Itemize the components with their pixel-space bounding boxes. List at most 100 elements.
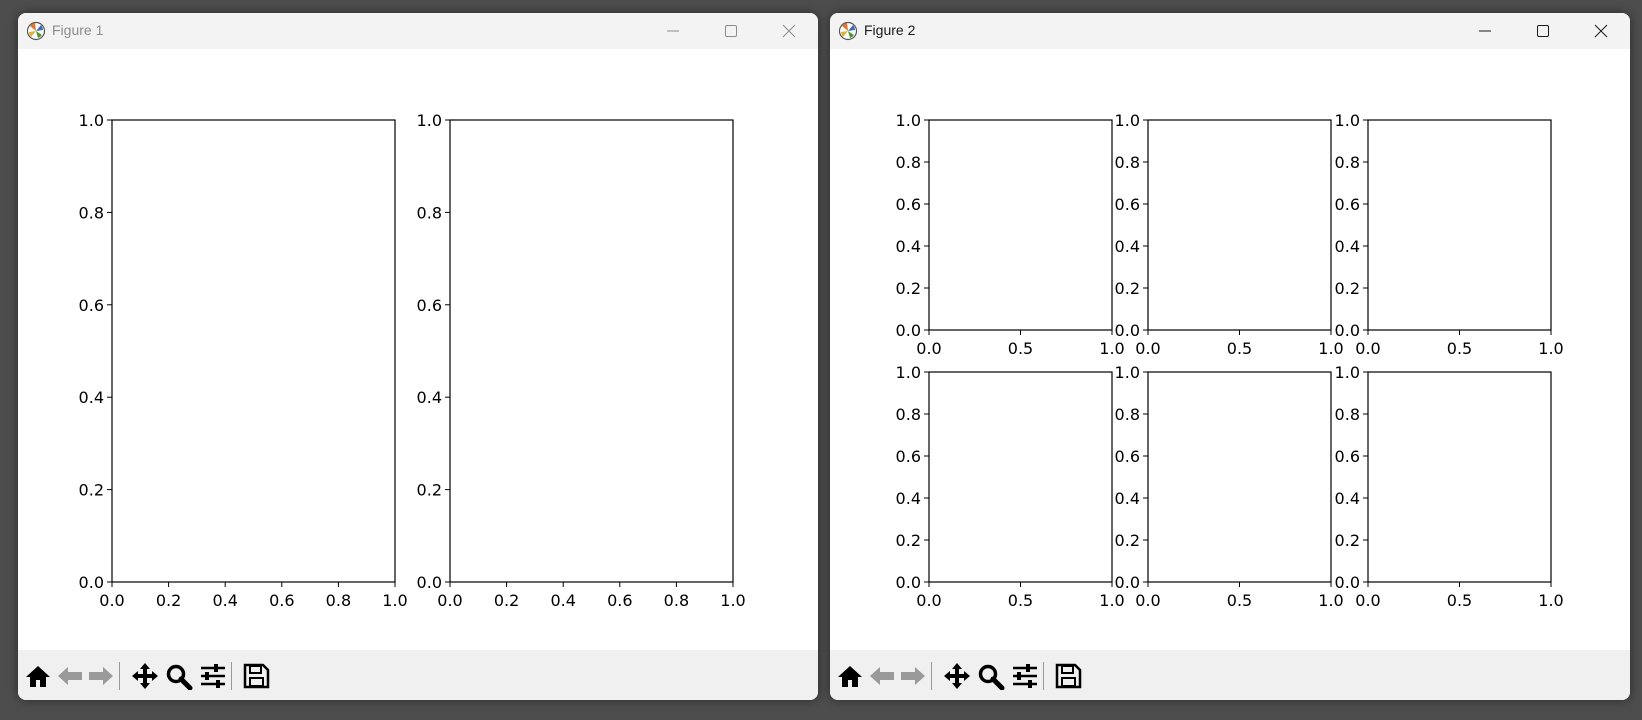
y-tick-label: 0.4: [1335, 489, 1360, 508]
x-tick-label: 1.0: [1538, 591, 1563, 610]
magnifier-icon: [978, 664, 1005, 691]
x-tick-label: 0.4: [550, 591, 575, 610]
axes-frame: [449, 119, 734, 583]
subplot-axes[interactable]: 0.0 0.2 0.4 0.6 0.8 1.0 0.0 0.5 1.0: [896, 111, 1125, 358]
move-icon: [944, 663, 970, 689]
home-button[interactable]: [23, 662, 53, 690]
x-tick-label: 1.0: [1099, 339, 1124, 358]
x-tick-label: 0.0: [99, 591, 124, 610]
y-tick-label: 0.4: [896, 237, 921, 256]
x-tick-label: 0.6: [607, 591, 632, 610]
x-tick-label: 0.0: [916, 339, 941, 358]
y-tick-label: 1.0: [1115, 111, 1140, 130]
close-button[interactable]: [760, 13, 818, 49]
matplotlib-logo-icon: [838, 21, 858, 41]
save-button[interactable]: [241, 662, 271, 690]
subplots-button[interactable]: [1010, 662, 1040, 690]
axes-frame: [1147, 371, 1332, 583]
navigation-toolbar: [830, 650, 1630, 700]
y-tick-label: 0.0: [79, 573, 104, 592]
y-tick-label: 0.6: [1335, 447, 1360, 466]
close-button[interactable]: [1572, 13, 1630, 49]
x-tick-label: 0.0: [1355, 591, 1380, 610]
floppy-disk-icon: [243, 663, 270, 689]
pan-button[interactable]: [942, 662, 972, 690]
arrow-right-icon: [901, 667, 925, 685]
back-button[interactable]: [867, 662, 897, 690]
x-tick-label: 0.0: [916, 591, 941, 610]
x-tick-label: 0.4: [212, 591, 237, 610]
toolbar-separator: [931, 662, 932, 690]
x-tick-label: 0.0: [437, 591, 462, 610]
figure-1-plot[interactable]: 0.00.20.40.60.81.00.0 0.2 0.4 0.6 0.8 1.00.00…: [18, 49, 818, 663]
window-title: Figure 1: [52, 22, 104, 38]
back-button[interactable]: [55, 662, 85, 690]
y-tick-label: 0.0: [896, 573, 921, 592]
sliders-icon: [1013, 664, 1037, 688]
subplot-axes[interactable]: 0.0 0.2 0.4 0.6 0.8 1.0 0.0 0.5 1.0: [896, 363, 1125, 610]
y-tick-label: 0.6: [896, 195, 921, 214]
x-tick-label: 0.2: [494, 591, 519, 610]
y-tick-label: 0.2: [417, 481, 442, 500]
y-tick-label: 1.0: [896, 111, 921, 130]
y-tick-label: 0.8: [1115, 405, 1140, 424]
toolbar-separator: [119, 662, 120, 690]
y-tick-label: 0.2: [1115, 531, 1140, 550]
zoom-button[interactable]: [976, 662, 1006, 691]
subplot-axes[interactable]: 0.0 0.2 0.4 0.6 0.8 1.0 0.0 0.5 1.0: [1115, 111, 1344, 358]
x-tick-label: 0.0: [1135, 591, 1160, 610]
sliders-icon: [201, 664, 225, 688]
axes-frame: [1367, 371, 1552, 583]
y-tick-label: 0.4: [79, 388, 104, 407]
subplot-axes[interactable]: 0.0 0.2 0.4 0.6 0.8 1.0 0.0 0.5 1.0: [1335, 363, 1564, 610]
y-tick-label: 0.0: [1335, 321, 1360, 340]
maximize-icon: [1537, 25, 1549, 37]
y-tick-label: 0.0: [1115, 573, 1140, 592]
y-tick-label: 0.6: [417, 296, 442, 315]
subplot-axes[interactable]: 0.0 0.2 0.4 0.6 0.8 1.0 0.0 0.5 1.0: [1115, 363, 1344, 610]
magnifier-icon: [166, 664, 193, 691]
y-tick-label: 0.2: [1335, 279, 1360, 298]
y-tick-label: 0.0: [896, 321, 921, 340]
figure-2-window[interactable]: Figure 2 0.0 0.2 0.4 0.6 0.8 1.0 0.0 0.5 1.0 0.0 0…: [830, 13, 1630, 700]
title-bar[interactable]: Figure 2: [830, 13, 1630, 49]
window-title: Figure 2: [864, 22, 916, 38]
minimize-button[interactable]: [644, 13, 702, 49]
pan-button[interactable]: [130, 662, 160, 690]
subplot-axes[interactable]: 0.0 0.2 0.4 0.6 0.8 1.0 0.0 0.5 1.0: [1335, 111, 1564, 358]
matplotlib-logo-icon: [26, 21, 46, 41]
subplot-axes[interactable]: 0.0 0.2 0.4 0.6 0.8 1.0 0.0 0.2 0.4 0.6 0.8 1.0: [79, 111, 408, 610]
x-tick-label: 0.5: [1008, 591, 1033, 610]
y-tick-label: 0.8: [1115, 153, 1140, 172]
minimize-button[interactable]: [1456, 13, 1514, 49]
x-tick-label: 0.8: [326, 591, 351, 610]
y-tick-label: 0.2: [1335, 531, 1360, 550]
x-tick-label: 1.0: [1538, 339, 1563, 358]
maximize-button[interactable]: [702, 13, 760, 49]
zoom-button[interactable]: [164, 662, 194, 691]
maximize-button[interactable]: [1514, 13, 1572, 49]
save-button[interactable]: [1053, 662, 1083, 690]
x-tick-label: 0.5: [1447, 591, 1472, 610]
y-tick-label: 0.8: [1335, 405, 1360, 424]
title-bar[interactable]: Figure 1: [18, 13, 818, 49]
figure-1-window[interactable]: Figure 1 0.0 0.2 0.4 0.6 0.8 1.0 0.0 0.2 0.4 0.6 0…: [18, 13, 818, 700]
y-tick-label: 1.0: [1335, 363, 1360, 382]
x-tick-label: 0.2: [156, 591, 181, 610]
y-tick-label: 0.4: [417, 388, 442, 407]
y-tick-label: 0.0: [1115, 321, 1140, 340]
home-button[interactable]: [835, 662, 865, 690]
y-tick-label: 0.2: [896, 531, 921, 550]
x-tick-label: 1.0: [1099, 591, 1124, 610]
subplots-button[interactable]: [198, 662, 228, 690]
figure-2-plot[interactable]: 0.00.20.40.60.81.00.0 0.5 1.00.00.20.40.60…: [830, 49, 1630, 663]
subplot-axes[interactable]: 0.0 0.2 0.4 0.6 0.8 1.0 0.0 0.2 0.4 0.6 0.8 1.0: [417, 111, 746, 610]
axes-frame: [928, 371, 1113, 583]
x-tick-label: 0.8: [664, 591, 689, 610]
figure-canvas[interactable]: 0.0 0.2 0.4 0.6 0.8 1.0 0.0 0.2 0.4 0.6 0.8 1.0 0.0 0…: [18, 49, 818, 663]
forward-button[interactable]: [86, 662, 116, 690]
figure-canvas[interactable]: 0.0 0.2 0.4 0.6 0.8 1.0 0.0 0.5 1.0 0.0 0.2 0.4 0.6 0…: [830, 49, 1630, 663]
home-icon: [838, 666, 862, 687]
forward-button[interactable]: [898, 662, 928, 690]
x-tick-label: 0.5: [1008, 339, 1033, 358]
